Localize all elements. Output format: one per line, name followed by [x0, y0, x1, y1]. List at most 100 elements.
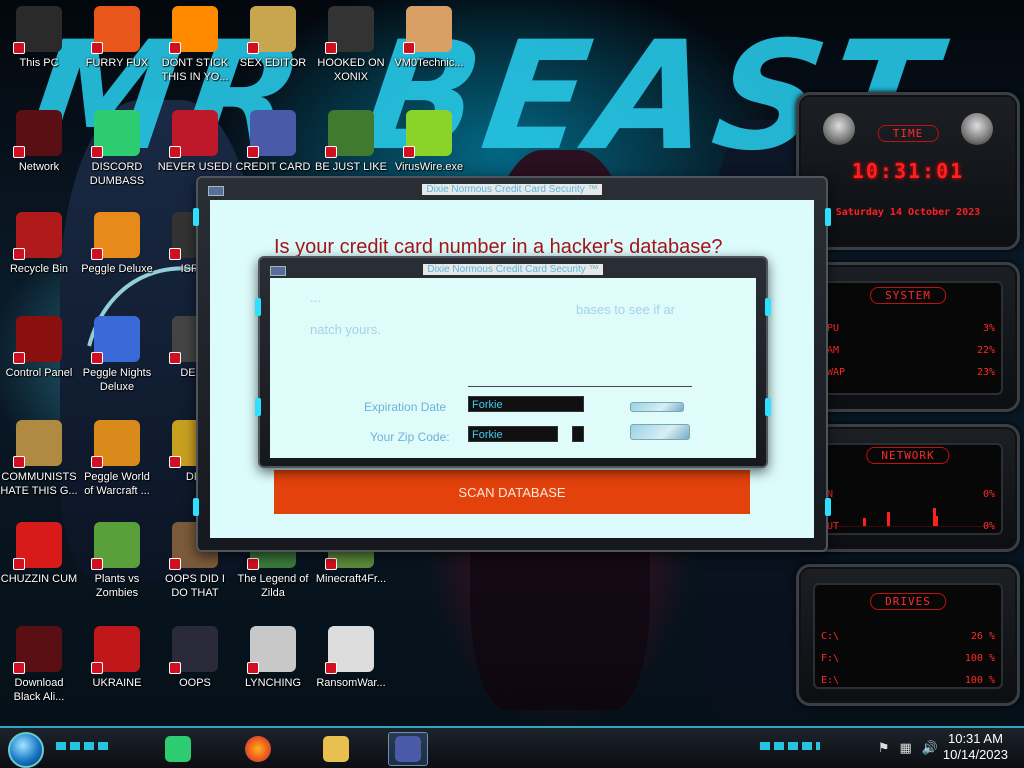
taskbar-app-firefox[interactable]: [238, 732, 278, 766]
desktop-icon-label: This PC: [19, 57, 59, 69]
desktop-icon[interactable]: COMMUNISTS HATE THIS G...: [0, 420, 78, 516]
shortcut-badge-icon: [169, 662, 181, 674]
desktop-icon[interactable]: LYNCHING: [234, 626, 312, 722]
shortcut-badge-icon: [247, 42, 259, 54]
shortcut-badge-icon: [13, 42, 25, 54]
shortcut-badge-icon: [91, 146, 103, 158]
row-value: 22%: [976, 345, 995, 356]
window-client-area: ... bases to see if ar natch yours. Expi…: [270, 278, 756, 458]
frame-notch: [825, 208, 831, 226]
cpu-row: CPU 3%: [821, 323, 995, 334]
credit-card-image: [630, 424, 690, 440]
desktop-icon[interactable]: VM0Technic...: [390, 6, 468, 102]
chuzzle-icon: [13, 522, 62, 570]
shortcut-badge-icon: [169, 456, 181, 468]
start-button[interactable]: [8, 732, 44, 768]
desktop-icon[interactable]: Plants vs Zombies: [78, 522, 156, 618]
desktop-icon[interactable]: UKRAINE: [78, 626, 156, 722]
row-label: C:\: [821, 631, 840, 642]
clock-date: 10/14/2023: [942, 747, 1008, 762]
desktop-icon[interactable]: HOOKED ON XONIX: [312, 6, 390, 102]
shortcut-badge-icon: [13, 248, 25, 260]
volume-icon[interactable]: 🔊: [922, 740, 938, 756]
desktop-icon-label: NEVER USED!: [157, 161, 233, 173]
flag-icon[interactable]: ⚑: [878, 740, 890, 756]
taskbar-decoration: [760, 742, 820, 750]
desktop-icon[interactable]: Peggle Nights Deluxe: [78, 316, 156, 412]
taskbar-app-file-explorer[interactable]: [316, 732, 356, 766]
description-text: ...: [310, 290, 321, 305]
chat-app-icon: [91, 110, 140, 158]
desktop-icon-label: FURRY FUX: [85, 57, 149, 69]
desktop-icon-label: Download Black Ali...: [13, 677, 65, 703]
gadget-title: TIME: [877, 125, 939, 142]
desktop-icon[interactable]: OOPS: [156, 626, 234, 722]
taskbar-clock[interactable]: 10:31 AM 10/14/2023: [943, 731, 1008, 763]
alien-head-icon: [823, 113, 855, 145]
desktop-icon[interactable]: FURRY FUX: [78, 6, 156, 102]
gadget-clock-date: Saturday 14 October 2023: [835, 207, 981, 218]
shortcut-badge-icon: [325, 558, 337, 570]
system-gadget: SYSTEM CPU 3% RAM 22% SWAP 23%: [796, 262, 1020, 412]
desktop-icon[interactable]: RansomWar...: [312, 626, 390, 722]
desktop-icon-label: CHUZZIN CUM: [0, 573, 78, 585]
shortcut-badge-icon: [169, 248, 181, 260]
desktop-icon-label: LYNCHING: [244, 677, 302, 689]
cvv-input[interactable]: [572, 426, 584, 442]
credit-card-security-window-front[interactable]: Dixie Normous Credit Card Security ™ ...…: [255, 256, 771, 468]
desktop-icon[interactable]: Network: [0, 110, 78, 206]
desktop-icon[interactable]: CHUZZIN CUM: [0, 522, 78, 618]
shortcut-badge-icon: [91, 662, 103, 674]
network-icon[interactable]: ▦: [900, 740, 912, 756]
desktop-icon[interactable]: DISCORD DUMBASS: [78, 110, 156, 206]
desktop-icon-label: RansomWar...: [316, 677, 386, 689]
gadget-clock-time: 10:31:01: [851, 159, 965, 183]
desktop-icon-label: OOPS DID I DO THAT: [165, 573, 225, 599]
money-bag-icon: [13, 420, 62, 468]
desktop-icon-label: The Legend of Zilda: [237, 573, 309, 599]
desktop-icon[interactable]: Control Panel: [0, 316, 78, 412]
row-value: 3%: [982, 323, 995, 334]
desktop-icon[interactable]: This PC: [0, 6, 78, 102]
desktop-icon[interactable]: DONT STICK THIS IN YO...: [156, 6, 234, 102]
doctor-icon: [403, 6, 452, 54]
peggle-nights-icon: [91, 316, 140, 364]
time-gadget: TIME 10:31:01 Saturday 14 October 2023: [796, 92, 1020, 250]
alienware-icon: [13, 626, 62, 674]
desktop-icon[interactable]: Recycle Bin: [0, 212, 78, 308]
lime-icon: [403, 110, 452, 158]
taskbar-app-credit-card[interactable]: [388, 732, 428, 766]
desktop-icon-label: CREDIT CARD: [235, 161, 311, 173]
window-title: Dixie Normous Credit Card Security ™: [198, 184, 826, 195]
drives-gadget: DRIVES C:\ 26 % F:\ 100 % E:\ 100 %: [796, 564, 1020, 706]
radiation-icon: [91, 626, 140, 674]
frame-notch: [765, 298, 771, 316]
folder-icon: [323, 736, 349, 762]
desktop-icon-label: Minecraft4Fr...: [315, 573, 387, 585]
scan-database-button[interactable]: SCAN DATABASE: [274, 470, 750, 514]
taskbar-app-chat[interactable]: [158, 732, 198, 766]
skull-icon: [325, 626, 374, 674]
credit-card-icon: [247, 110, 296, 158]
shortcut-badge-icon: [13, 146, 25, 158]
row-value: 100 %: [964, 675, 995, 686]
shortcut-badge-icon: [91, 248, 103, 260]
dev-icon: [169, 110, 218, 158]
row-value: 0%: [982, 489, 995, 500]
zip-code-input[interactable]: Forkie: [468, 426, 558, 442]
card-number-input[interactable]: [468, 386, 692, 387]
santa-icon: [325, 110, 374, 158]
desktop-icon-label: DISCORD DUMBASS: [89, 161, 145, 187]
frame-notch: [193, 498, 199, 516]
chat-app-icon: [165, 736, 191, 762]
taskbar: ⚑ ▦ 🔊 10:31 AM 10/14/2023: [0, 726, 1024, 768]
control-panel-icon: [13, 316, 62, 364]
drive-f-row: F:\ 100 %: [821, 653, 995, 664]
shortcut-badge-icon: [247, 558, 259, 570]
row-value: 23%: [976, 367, 995, 378]
desktop-icon[interactable]: SEX EDITOR: [234, 6, 312, 102]
desktop-icon[interactable]: Peggle World of Warcraft ...: [78, 420, 156, 516]
expiration-date-input[interactable]: Forkie: [468, 396, 584, 412]
desktop-icon[interactable]: Peggle Deluxe: [78, 212, 156, 308]
desktop-icon[interactable]: Download Black Ali...: [0, 626, 78, 722]
